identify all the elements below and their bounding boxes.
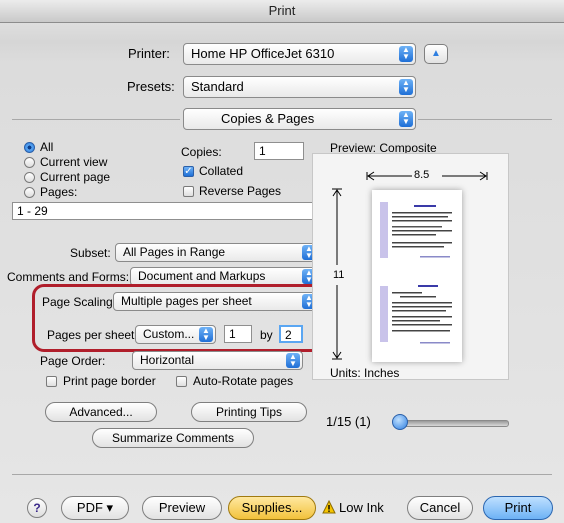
popup-arrows-icon: ▲ ▼: [399, 79, 413, 95]
advanced-button[interactable]: Advanced...: [45, 402, 157, 422]
preview-width-label: 8.5: [414, 169, 430, 181]
units-label: Units: Inches: [330, 366, 400, 380]
page-counter: 1/15 (1): [326, 414, 371, 429]
print-border-label: Print page border: [63, 374, 156, 388]
summarize-comments-button[interactable]: Summarize Comments: [92, 428, 254, 448]
presets-value: Standard: [191, 79, 244, 94]
pages-per-sheet-value: Custom...: [143, 327, 195, 341]
pdf-button[interactable]: PDF ▾: [61, 496, 129, 520]
reverse-pages-checkbox[interactable]: [183, 186, 194, 197]
page-order-label: Page Order:: [40, 354, 106, 368]
collated-label: Collated: [199, 164, 244, 178]
presets-label: Presets:: [127, 79, 175, 94]
auto-rotate-label: Auto-Rotate pages: [193, 374, 294, 388]
subset-popup[interactable]: All Pages in Range ▲ ▼: [115, 243, 319, 262]
page-order-value: Horizontal: [140, 353, 195, 367]
radio-current-page[interactable]: [24, 172, 35, 183]
collated-checkbox[interactable]: ✓: [183, 166, 194, 177]
section-popup[interactable]: Copies & Pages ▲ ▼: [183, 108, 416, 130]
print-border-checkbox[interactable]: [46, 376, 57, 387]
radio-all[interactable]: [24, 142, 35, 153]
page-slider-track[interactable]: [395, 420, 509, 427]
radio-current-view-label: Current view: [40, 155, 108, 169]
printing-tips-button[interactable]: Printing Tips: [191, 402, 307, 422]
presets-popup[interactable]: Standard ▲ ▼: [183, 76, 416, 98]
radio-current-page-label: Current page: [40, 170, 111, 184]
help-icon[interactable]: ?: [27, 498, 47, 518]
preview-sheet: [372, 190, 462, 362]
subset-label: Subset:: [70, 246, 111, 260]
page-range-field[interactable]: 1 - 29: [12, 202, 315, 220]
preview-button[interactable]: Preview: [142, 496, 222, 520]
popup-arrows-icon: ▲ ▼: [199, 327, 213, 342]
radio-pages-label: Pages:: [40, 185, 78, 199]
window-title: Print: [0, 0, 564, 23]
page-scaling-popup[interactable]: Multiple pages per sheet ▲ ▼: [113, 292, 319, 311]
section-value: Copies & Pages: [221, 111, 315, 126]
print-button[interactable]: Print: [483, 496, 553, 520]
pages-per-sheet-popup[interactable]: Custom... ▲ ▼: [135, 325, 216, 344]
popup-arrows-icon: ▲ ▼: [399, 46, 413, 62]
printer-label: Printer:: [128, 46, 170, 61]
bottom-divider: [12, 474, 552, 475]
supplies-button[interactable]: Supplies...: [228, 496, 316, 520]
preview-page-sidebar: [380, 202, 388, 258]
preview-page-sidebar: [380, 286, 388, 342]
radio-all-label: All: [40, 140, 54, 154]
section-divider: [418, 119, 552, 120]
preview-page-2: [392, 285, 452, 344]
copies-field[interactable]: 1: [254, 142, 304, 160]
comments-value: Document and Markups: [138, 269, 266, 283]
page-order-popup[interactable]: Horizontal ▲ ▼: [132, 351, 303, 370]
popup-arrows-icon: ▲ ▼: [286, 353, 300, 368]
disclosure-up-icon[interactable]: ▲: [424, 44, 448, 64]
page-scaling-value: Multiple pages per sheet: [121, 294, 252, 308]
warning-icon: [322, 499, 336, 514]
subset-value: All Pages in Range: [123, 245, 226, 259]
cancel-button[interactable]: Cancel: [407, 496, 473, 520]
by-label: by: [260, 328, 273, 342]
printer-value: Home HP OfficeJet 6310: [191, 46, 335, 61]
popup-arrows-icon: ▲ ▼: [399, 111, 413, 127]
radio-current-view[interactable]: [24, 157, 35, 168]
radio-pages[interactable]: [24, 187, 35, 198]
section-divider: [12, 119, 180, 120]
copies-label: Copies:: [181, 145, 222, 159]
preview-page-1: [392, 205, 452, 258]
page-slider-knob[interactable]: [392, 414, 408, 430]
printer-popup[interactable]: Home HP OfficeJet 6310 ▲ ▼: [183, 43, 416, 65]
pages-per-sheet-label: Pages per sheet:: [47, 328, 138, 342]
page-scaling-label: Page Scaling:: [42, 295, 117, 309]
rows-field[interactable]: 2: [279, 325, 303, 343]
reverse-pages-label: Reverse Pages: [199, 184, 282, 198]
preview-height-label: 11: [333, 269, 345, 281]
print-dialog: Print Printer: Home HP OfficeJet 6310 ▲ ▼…: [0, 0, 564, 523]
columns-field[interactable]: 1: [224, 325, 252, 343]
low-ink-label: Low Ink: [339, 500, 384, 515]
comments-label: Comments and Forms:: [7, 270, 130, 284]
auto-rotate-checkbox[interactable]: [176, 376, 187, 387]
